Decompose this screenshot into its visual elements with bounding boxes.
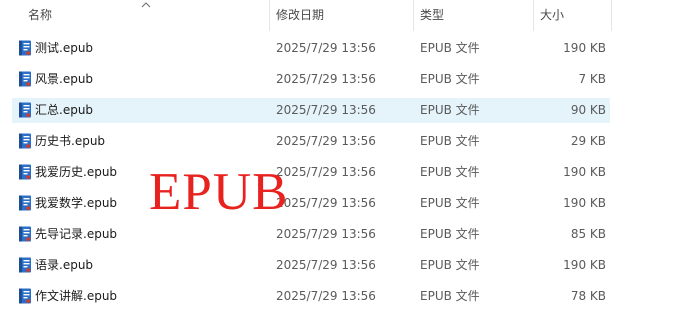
epub-file-icon xyxy=(19,226,31,242)
file-size: 29 KB xyxy=(570,134,606,148)
file-type: EPUB 文件 xyxy=(420,289,480,303)
file-modified-date: 2025/7/29 13:56 xyxy=(276,258,376,272)
file-row[interactable]: 历史书.epub 2025/7/29 13:56 EPUB 文件 29 KB xyxy=(12,129,610,154)
file-name: 作文讲解.epub xyxy=(35,289,118,303)
column-header-name[interactable]: 名称 xyxy=(0,0,270,31)
file-row[interactable]: 风景.epub 2025/7/29 13:56 EPUB 文件 7 KB xyxy=(12,67,610,92)
file-size: 85 KB xyxy=(570,227,606,241)
file-type: EPUB 文件 xyxy=(420,258,480,272)
file-size: 7 KB xyxy=(578,72,606,86)
file-name: 先导记录.epub xyxy=(35,227,118,241)
file-size: 190 KB xyxy=(563,165,606,179)
file-size: 78 KB xyxy=(570,289,606,303)
file-row[interactable]: 先导记录.epub 2025/7/29 13:56 EPUB 文件 85 KB xyxy=(12,222,610,247)
file-modified-date: 2025/7/29 13:56 xyxy=(276,165,376,179)
file-name: 我爱历史.epub xyxy=(35,165,118,179)
file-type: EPUB 文件 xyxy=(420,41,480,55)
epub-file-icon xyxy=(19,102,31,118)
file-modified-date: 2025/7/29 13:56 xyxy=(276,72,376,86)
file-name: 语录.epub xyxy=(35,258,94,272)
column-header-date[interactable]: 修改日期 xyxy=(270,0,414,31)
file-size: 90 KB xyxy=(570,103,606,117)
file-modified-date: 2025/7/29 13:56 xyxy=(276,134,376,148)
file-type: EPUB 文件 xyxy=(420,196,480,210)
epub-file-icon xyxy=(19,195,31,211)
column-divider[interactable] xyxy=(611,0,612,31)
file-name: 风景.epub xyxy=(35,72,94,86)
file-size: 190 KB xyxy=(563,196,606,210)
file-row[interactable]: 我爱数学.epub 2025/7/29 13:56 EPUB 文件 190 KB xyxy=(12,191,610,216)
file-type: EPUB 文件 xyxy=(420,103,480,117)
file-explorer-details-view: 名称 修改日期 类型 大小 测试.epub 2025/7/29 13:56 EPUB… xyxy=(0,0,693,314)
file-name: 测试.epub xyxy=(35,41,94,55)
file-type: EPUB 文件 xyxy=(420,165,480,179)
file-name: 历史书.epub xyxy=(35,134,106,148)
epub-file-icon xyxy=(19,164,31,180)
file-type: EPUB 文件 xyxy=(420,134,480,148)
file-size: 190 KB xyxy=(563,258,606,272)
file-row[interactable]: 测试.epub 2025/7/29 13:56 EPUB 文件 190 KB xyxy=(12,36,610,61)
file-modified-date: 2025/7/29 13:56 xyxy=(276,289,376,303)
column-header-type[interactable]: 类型 xyxy=(414,0,534,31)
epub-file-icon xyxy=(19,133,31,149)
chevron-up-icon xyxy=(141,2,151,8)
epub-file-icon xyxy=(19,71,31,87)
file-name: 我爱数学.epub xyxy=(35,196,118,210)
epub-file-icon xyxy=(19,257,31,273)
column-header-type-label: 类型 xyxy=(420,8,445,22)
column-header-size-label: 大小 xyxy=(540,8,565,22)
overlay-text: EPUB xyxy=(149,163,289,221)
file-modified-date: 2025/7/29 13:56 xyxy=(276,41,376,55)
epub-file-icon xyxy=(19,40,31,56)
file-row[interactable]: 语录.epub 2025/7/29 13:56 EPUB 文件 190 KB xyxy=(12,253,610,278)
file-modified-date: 2025/7/29 13:56 xyxy=(276,196,376,210)
column-header-size[interactable]: 大小 xyxy=(534,0,612,31)
file-modified-date: 2025/7/29 13:56 xyxy=(276,103,376,117)
file-name: 汇总.epub xyxy=(35,103,94,117)
column-header-bar: 名称 修改日期 类型 大小 xyxy=(0,0,612,31)
column-header-name-label: 名称 xyxy=(28,8,53,22)
file-type: EPUB 文件 xyxy=(420,72,480,86)
epub-file-icon xyxy=(19,288,31,304)
file-row[interactable]: 汇总.epub 2025/7/29 13:56 EPUB 文件 90 KB xyxy=(12,98,610,123)
file-type: EPUB 文件 xyxy=(420,227,480,241)
file-row[interactable]: 我爱历史.epub 2025/7/29 13:56 EPUB 文件 190 KB xyxy=(12,160,610,185)
file-size: 190 KB xyxy=(563,41,606,55)
column-header-date-label: 修改日期 xyxy=(276,8,325,22)
file-modified-date: 2025/7/29 13:56 xyxy=(276,227,376,241)
file-row[interactable]: 作文讲解.epub 2025/7/29 13:56 EPUB 文件 78 KB xyxy=(12,284,610,309)
